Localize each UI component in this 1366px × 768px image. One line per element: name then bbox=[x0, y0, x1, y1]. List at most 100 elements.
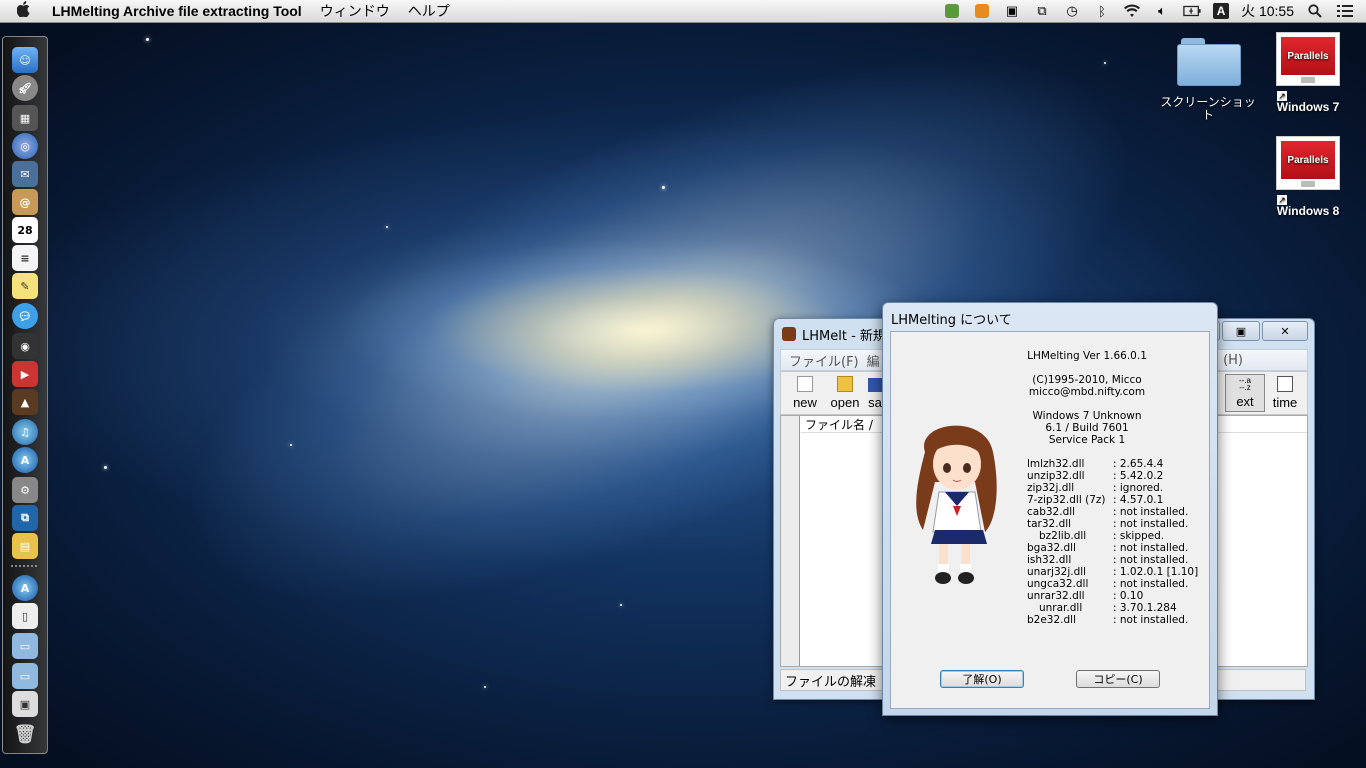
desktop-folder-screenshots[interactable]: スクリーンショット bbox=[1160, 36, 1256, 122]
dll-row: tar32.dll: not installed. bbox=[1027, 518, 1189, 530]
window-title-bar[interactable]: LHMelt - 新規 bbox=[782, 325, 886, 344]
dll-row: ungca32.dll: not installed. bbox=[1027, 578, 1189, 590]
copyright-text: (C)1995-2010, Micco bbox=[1032, 374, 1142, 386]
version-info: LHMelting Ver 1.66.0.1 (C)1995-2010, Mic… bbox=[1027, 350, 1198, 626]
launchpad-icon[interactable]: 🚀︎ bbox=[12, 75, 38, 101]
security-check-icon[interactable] bbox=[943, 3, 961, 19]
dialog-content: LHMelting Ver 1.66.0.1 (C)1995-2010, Mic… bbox=[890, 331, 1210, 709]
calendar-icon[interactable]: 28 bbox=[12, 217, 38, 243]
menu-help[interactable]: ヘルプ bbox=[408, 1, 450, 21]
time-button-label: time bbox=[1272, 395, 1298, 410]
parallels-vm-icon: Parallels ↗ bbox=[1276, 32, 1340, 101]
menu-help[interactable]: (H) bbox=[1223, 353, 1243, 368]
dialog-title[interactable]: LHMelting について bbox=[891, 309, 1012, 328]
app-icon bbox=[782, 327, 796, 341]
applications-stack-icon[interactable]: A bbox=[12, 575, 38, 601]
downloads-stack-icon[interactable]: ▭ bbox=[12, 663, 38, 689]
notification-center-icon[interactable] bbox=[1336, 3, 1354, 19]
menu-bar: LHMelting Archive file extracting Tool ウ… bbox=[0, 0, 1366, 23]
menu-edit[interactable]: 編 bbox=[867, 351, 880, 370]
dll-row: unzip32.dll: 5.42.0.2 bbox=[1027, 470, 1164, 482]
parallels-menu-icon[interactable]: ⧉ bbox=[1033, 3, 1051, 19]
open-button[interactable]: open bbox=[825, 374, 865, 412]
package-icon[interactable] bbox=[973, 3, 991, 19]
wifi-icon[interactable] bbox=[1123, 3, 1141, 19]
ok-button[interactable]: 了解(O) bbox=[940, 670, 1024, 688]
version-text: LHMelting Ver 1.66.0.1 bbox=[1027, 350, 1147, 362]
close-button[interactable]: ✕ bbox=[1262, 321, 1308, 341]
notes-icon[interactable]: ✎ bbox=[12, 273, 38, 299]
time-sort-button[interactable]: time bbox=[1265, 374, 1305, 412]
reminders-icon[interactable]: ≡ bbox=[12, 245, 38, 271]
dll-row: unrar32.dll: 0.10 bbox=[1027, 590, 1144, 602]
dll-list: lmlzh32.dll: 2.65.4.4 unzip32.dll: 5.42.… bbox=[1027, 458, 1198, 626]
desktop-vm-windows7[interactable]: Parallels ↗ Windows 7 bbox=[1270, 32, 1346, 114]
email-text: micco@mbd.nifty.com bbox=[1028, 386, 1146, 398]
system-preferences-icon[interactable]: ⚙ bbox=[12, 477, 38, 503]
ext-button-label: ext bbox=[1236, 394, 1254, 409]
document-stack-icon[interactable]: ▯ bbox=[12, 603, 38, 629]
spotlight-search-icon[interactable] bbox=[1306, 3, 1324, 19]
messages-icon[interactable]: 💬︎ bbox=[12, 303, 38, 329]
os-sp-text: Service Pack 1 bbox=[1048, 434, 1126, 446]
trash-icon[interactable]: 🗑︎ bbox=[12, 721, 38, 747]
menu-app-name[interactable]: LHMelting Archive file extracting Tool bbox=[52, 3, 302, 19]
clock[interactable]: 火 10:55 bbox=[1241, 1, 1294, 21]
status-menus: ▣ ⧉ ◷ ᛒ 🔈︎ A 火 10:55 bbox=[943, 1, 1354, 21]
dll-row: zip32j.dll: ignored. bbox=[1027, 482, 1164, 494]
menu-window[interactable]: ウィンドウ bbox=[320, 1, 390, 21]
app-store-icon[interactable]: A bbox=[12, 447, 38, 473]
new-document-icon bbox=[797, 376, 813, 392]
archive-utility-icon[interactable]: ▤ bbox=[12, 533, 38, 559]
alias-arrow-icon: ↗ bbox=[1277, 91, 1287, 101]
volume-icon[interactable]: 🔈︎ bbox=[1153, 3, 1171, 19]
dll-row: unarj32j.dll: 1.02.0.1 [1.10] bbox=[1027, 566, 1199, 578]
parallels-desktop-icon[interactable]: ⧉ bbox=[12, 505, 38, 531]
os-build-text: 6.1 / Build 7601 bbox=[1045, 422, 1129, 434]
menu-file[interactable]: ファイル(F) bbox=[789, 351, 859, 370]
open-button-label: open bbox=[830, 395, 860, 410]
desktop-vm-label: Windows 8 bbox=[1276, 204, 1340, 218]
about-dialog[interactable]: LHMelting について LHMelting Ver 1.66.0.1 (C… bbox=[882, 302, 1218, 716]
screenshot-stack-icon[interactable]: ▣ bbox=[12, 691, 38, 717]
copy-button[interactable]: コピー(C) bbox=[1076, 670, 1160, 688]
calendar-day: 28 bbox=[17, 223, 33, 237]
star bbox=[1104, 62, 1106, 64]
time-machine-icon[interactable]: ◷ bbox=[1063, 3, 1081, 19]
folder-stack-icon[interactable]: ▭ bbox=[12, 633, 38, 659]
safari-icon[interactable]: ◎ bbox=[12, 133, 38, 159]
itunes-icon[interactable]: ♫ bbox=[12, 419, 38, 445]
battery-icon[interactable] bbox=[1183, 3, 1201, 19]
photo-booth-icon[interactable]: ▶ bbox=[12, 361, 38, 387]
save-icon bbox=[868, 378, 882, 392]
chat-bubble-icon[interactable]: ▣ bbox=[1003, 3, 1021, 19]
apple-menu-icon[interactable] bbox=[12, 1, 36, 21]
desktop-folder-label: スクリーンショット bbox=[1160, 95, 1256, 122]
facetime-icon[interactable]: ◉ bbox=[12, 333, 38, 359]
mascot-character-image bbox=[916, 425, 997, 584]
mail-icon[interactable]: ✉ bbox=[12, 161, 38, 187]
bluetooth-icon[interactable]: ᛒ bbox=[1093, 3, 1111, 19]
contacts-icon[interactable]: @ bbox=[12, 189, 38, 215]
restore-button[interactable]: ▣ bbox=[1222, 321, 1260, 341]
dll-row: 7-zip32.dll (7z): 4.57.0.1 bbox=[1027, 494, 1164, 506]
star bbox=[386, 226, 388, 228]
star bbox=[662, 186, 665, 189]
tree-pane-divider[interactable] bbox=[781, 416, 800, 666]
dock-separator bbox=[11, 565, 39, 567]
dock: ☺ 🚀︎ ▦ ◎ ✉ @ 28 ≡ ✎ 💬︎ ◉ ▶ ▲ ♫ A ⚙ ⧉ ▤ A… bbox=[2, 36, 48, 754]
mission-control-icon[interactable]: ▦ bbox=[12, 105, 38, 131]
star bbox=[484, 686, 486, 688]
new-button-label: new bbox=[793, 395, 817, 410]
ext-sort-button[interactable]: --.a --.z ext bbox=[1225, 374, 1265, 412]
star bbox=[620, 604, 622, 606]
input-source-icon[interactable]: A bbox=[1213, 3, 1230, 19]
os-name-text: Windows 7 Unknown bbox=[1032, 410, 1142, 422]
iphoto-icon[interactable]: ▲ bbox=[12, 389, 38, 415]
parallels-logo: Parallels bbox=[1281, 37, 1335, 75]
save-button-label: sa bbox=[868, 395, 882, 410]
desktop-vm-windows8[interactable]: Parallels ↗ Windows 8 bbox=[1270, 136, 1346, 218]
sort-ext-icon: --.a --.z bbox=[1239, 376, 1251, 392]
finder-icon[interactable]: ☺ bbox=[12, 47, 38, 73]
new-button[interactable]: new bbox=[785, 374, 825, 412]
